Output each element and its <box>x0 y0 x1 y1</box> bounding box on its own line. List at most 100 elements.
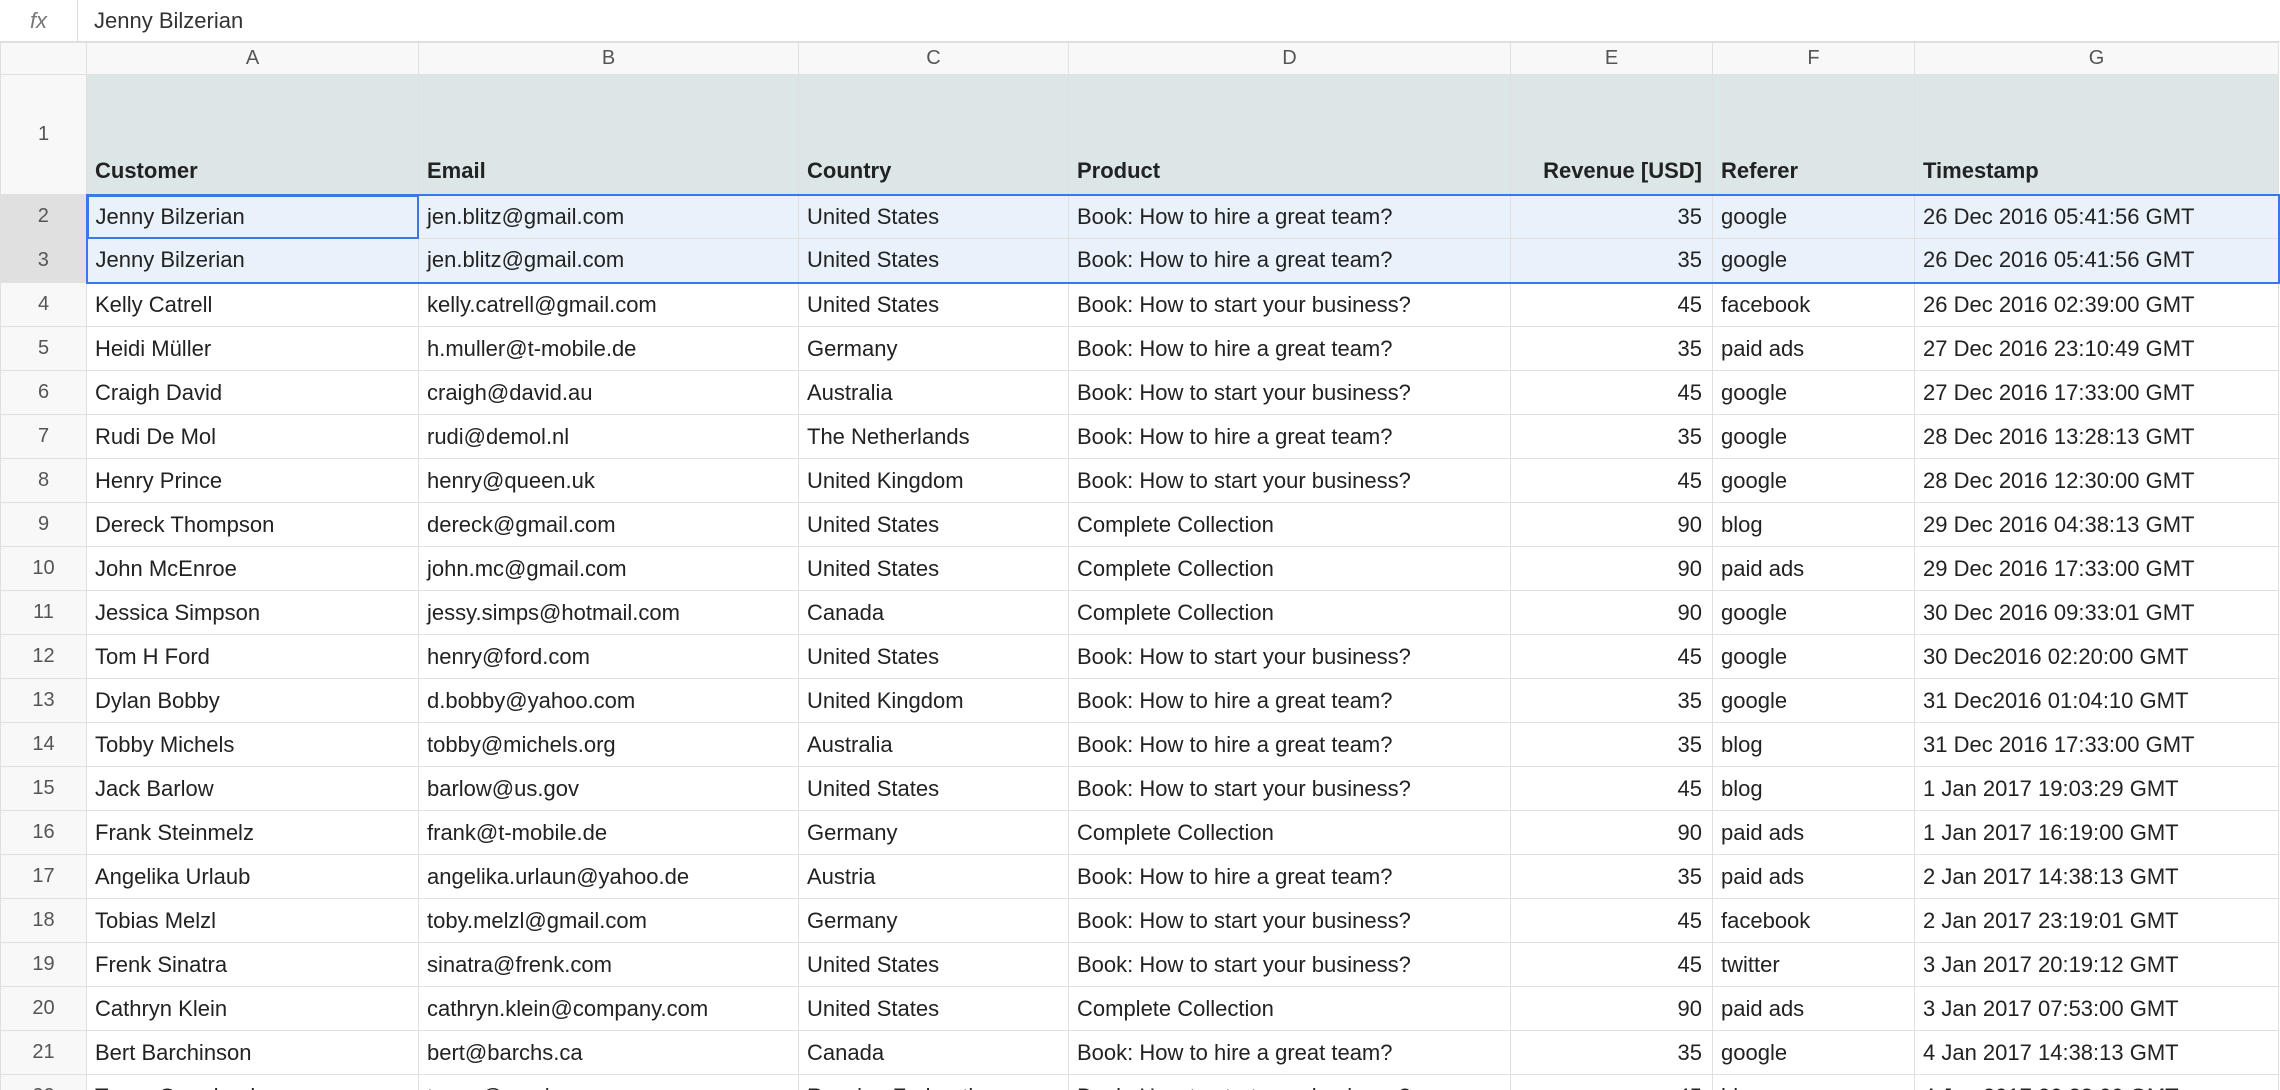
cell-country[interactable]: United States <box>799 503 1069 547</box>
cell-product[interactable]: Complete Collection <box>1069 503 1511 547</box>
cell-referer[interactable]: google <box>1713 239 1915 283</box>
cell-country[interactable]: United States <box>799 943 1069 987</box>
cell-revenue[interactable]: 90 <box>1511 547 1713 591</box>
cell-product[interactable]: Book: How to start your business? <box>1069 283 1511 327</box>
col-header-A[interactable]: A <box>87 43 419 75</box>
cell-revenue[interactable]: 45 <box>1511 283 1713 327</box>
cell-referer[interactable]: google <box>1713 195 1915 239</box>
cell-email[interactable]: angelika.urlaun@yahoo.de <box>419 855 799 899</box>
row-number[interactable]: 22 <box>1 1075 87 1090</box>
cell-country[interactable]: United Kingdom <box>799 459 1069 503</box>
cell-email[interactable]: john.mc@gmail.com <box>419 547 799 591</box>
cell-product[interactable]: Book: How to hire a great team? <box>1069 679 1511 723</box>
cell-customer[interactable]: Frenk Sinatra <box>87 943 419 987</box>
cell-revenue[interactable]: 90 <box>1511 811 1713 855</box>
cell-country[interactable]: United States <box>799 239 1069 283</box>
cell-country[interactable]: United States <box>799 195 1069 239</box>
cell-customer[interactable]: Dylan Bobby <box>87 679 419 723</box>
cell-customer[interactable]: Bert Barchinson <box>87 1031 419 1075</box>
cell-customer[interactable]: Tobias Melzl <box>87 899 419 943</box>
cell-product[interactable]: Complete Collection <box>1069 547 1511 591</box>
cell-country[interactable]: Austria <box>799 855 1069 899</box>
cell-referer[interactable]: blog <box>1713 767 1915 811</box>
cell-product[interactable]: Book: How to hire a great team? <box>1069 239 1511 283</box>
cell-timestamp[interactable]: 4 Jan 2017 14:38:13 GMT <box>1915 1031 2279 1075</box>
cell-email[interactable]: jen.blitz@gmail.com <box>419 195 799 239</box>
cell-product[interactable]: Book: How to start your business? <box>1069 943 1511 987</box>
cell-timestamp[interactable]: 3 Jan 2017 07:53:00 GMT <box>1915 987 2279 1031</box>
cell-customer[interactable]: Tom H Ford <box>87 635 419 679</box>
cell-product[interactable]: Complete Collection <box>1069 591 1511 635</box>
cell-customer[interactable]: Cathryn Klein <box>87 987 419 1031</box>
col-header-B[interactable]: B <box>419 43 799 75</box>
cell-email[interactable]: sinatra@frenk.com <box>419 943 799 987</box>
cell-email[interactable]: rudi@demol.nl <box>419 415 799 459</box>
cell-email[interactable]: jen.blitz@gmail.com <box>419 239 799 283</box>
cell-revenue[interactable]: 45 <box>1511 767 1713 811</box>
cell-email[interactable]: tobby@michels.org <box>419 723 799 767</box>
cell-timestamp[interactable]: 31 Dec 2016 17:33:00 GMT <box>1915 723 2279 767</box>
header-revenue[interactable]: Revenue [USD] <box>1511 75 1713 195</box>
row-number[interactable]: 5 <box>1 327 87 371</box>
row-number[interactable]: 19 <box>1 943 87 987</box>
header-product[interactable]: Product <box>1069 75 1511 195</box>
cell-product[interactable]: Book: How to hire a great team? <box>1069 195 1511 239</box>
cell-timestamp[interactable]: 27 Dec 2016 23:10:49 GMT <box>1915 327 2279 371</box>
cell-timestamp[interactable]: 1 Jan 2017 16:19:00 GMT <box>1915 811 2279 855</box>
cell-referer[interactable]: paid ads <box>1713 811 1915 855</box>
cell-referer[interactable]: google <box>1713 635 1915 679</box>
cell-country[interactable]: Germany <box>799 811 1069 855</box>
row-number[interactable]: 2 <box>1 195 87 239</box>
cell-timestamp[interactable]: 28 Dec 2016 12:30:00 GMT <box>1915 459 2279 503</box>
cell-referer[interactable]: google <box>1713 679 1915 723</box>
cell-referer[interactable]: paid ads <box>1713 327 1915 371</box>
col-header-D[interactable]: D <box>1069 43 1511 75</box>
row-number[interactable]: 11 <box>1 591 87 635</box>
cell-referer[interactable]: blog <box>1713 723 1915 767</box>
cell-revenue[interactable]: 90 <box>1511 987 1713 1031</box>
cell-email[interactable]: henry@ford.com <box>419 635 799 679</box>
cell-email[interactable]: craigh@david.au <box>419 371 799 415</box>
cell-customer[interactable]: Jenny Bilzerian <box>87 195 419 239</box>
cell-product[interactable]: Complete Collection <box>1069 987 1511 1031</box>
cell-product[interactable]: Book: How to hire a great team? <box>1069 855 1511 899</box>
row-number[interactable]: 21 <box>1 1031 87 1075</box>
cell-revenue[interactable]: 90 <box>1511 591 1713 635</box>
cell-referer[interactable]: paid ads <box>1713 855 1915 899</box>
cell-timestamp[interactable]: 26 Dec 2016 05:41:56 GMT <box>1915 239 2279 283</box>
row-number[interactable]: 6 <box>1 371 87 415</box>
cell-email[interactable]: bert@barchs.ca <box>419 1031 799 1075</box>
header-timestamp[interactable]: Timestamp <box>1915 75 2279 195</box>
row-number[interactable]: 3 <box>1 239 87 283</box>
cell-country[interactable]: Canada <box>799 1031 1069 1075</box>
cell-timestamp[interactable]: 3 Jan 2017 20:19:12 GMT <box>1915 943 2279 987</box>
cell-country[interactable]: United States <box>799 547 1069 591</box>
cell-customer[interactable]: Heidi Müller <box>87 327 419 371</box>
cell-referer[interactable]: facebook <box>1713 283 1915 327</box>
row-number[interactable]: 1 <box>1 75 87 195</box>
row-number[interactable]: 17 <box>1 855 87 899</box>
cell-product[interactable]: Book: How to hire a great team? <box>1069 1031 1511 1075</box>
cell-customer[interactable]: Dereck Thompson <box>87 503 419 547</box>
cell-timestamp[interactable]: 26 Dec 2016 05:41:56 GMT <box>1915 195 2279 239</box>
cell-referer[interactable]: blog <box>1713 503 1915 547</box>
cell-product[interactable]: Book: How to start your business? <box>1069 635 1511 679</box>
cell-product[interactable]: Complete Collection <box>1069 811 1511 855</box>
header-country[interactable]: Country <box>799 75 1069 195</box>
row-number[interactable]: 13 <box>1 679 87 723</box>
cell-referer[interactable]: paid ads <box>1713 547 1915 591</box>
cell-country[interactable]: United States <box>799 767 1069 811</box>
row-number[interactable]: 9 <box>1 503 87 547</box>
cell-revenue[interactable]: 45 <box>1511 899 1713 943</box>
cell-referer[interactable]: google <box>1713 459 1915 503</box>
cell-country[interactable]: Germany <box>799 899 1069 943</box>
cell-email[interactable]: henry@queen.uk <box>419 459 799 503</box>
cell-email[interactable]: frank@t-mobile.de <box>419 811 799 855</box>
cell-timestamp[interactable]: 2 Jan 2017 23:19:01 GMT <box>1915 899 2279 943</box>
cell-email[interactable]: kelly.catrell@gmail.com <box>419 283 799 327</box>
cell-email[interactable]: toby.melzl@gmail.com <box>419 899 799 943</box>
cell-revenue[interactable]: 45 <box>1511 943 1713 987</box>
cell-customer[interactable]: Jenny Bilzerian <box>87 239 419 283</box>
cell-customer[interactable]: Henry Prince <box>87 459 419 503</box>
cell-revenue[interactable]: 45 <box>1511 371 1713 415</box>
